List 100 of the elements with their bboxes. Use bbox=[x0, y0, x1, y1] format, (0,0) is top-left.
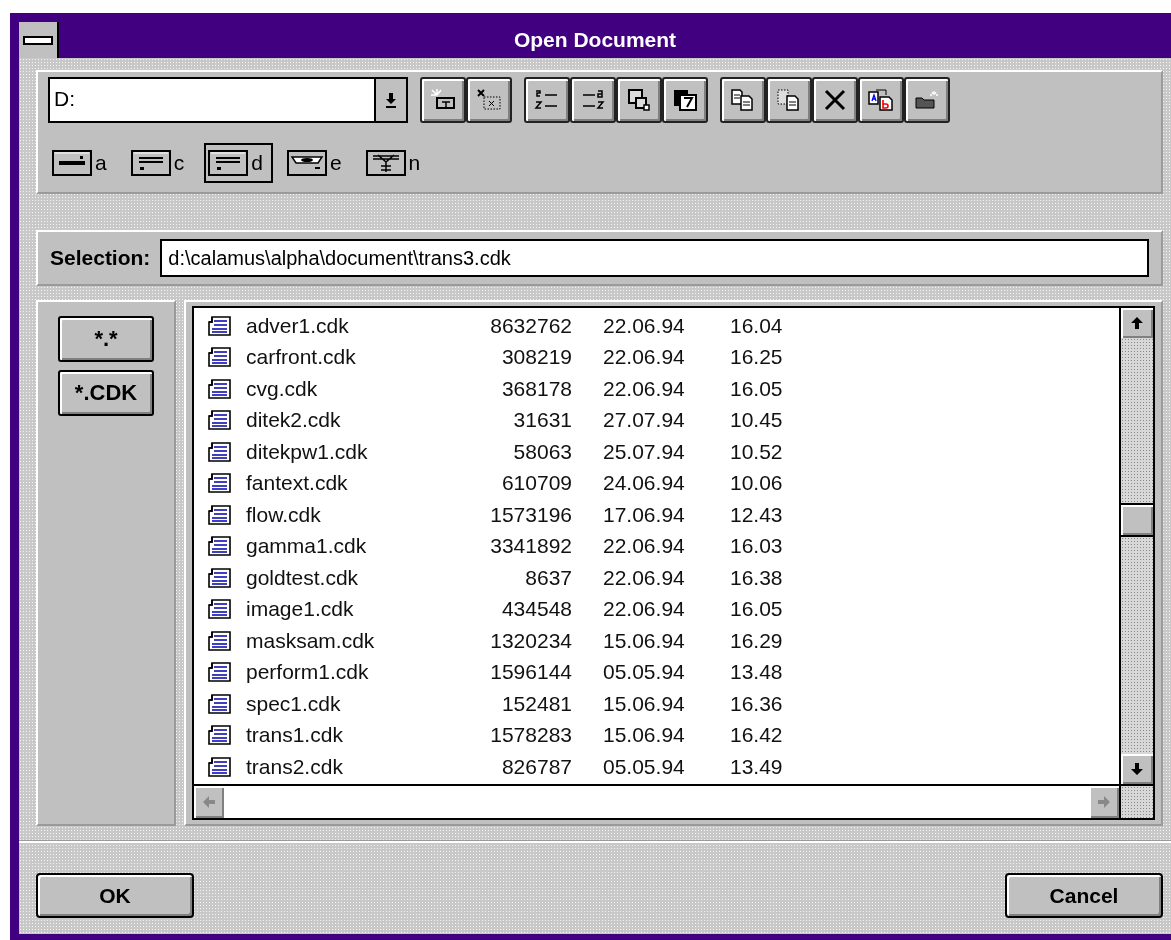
sort-ascending-button[interactable] bbox=[524, 77, 570, 123]
scroll-up-button[interactable] bbox=[1121, 308, 1153, 338]
file-name[interactable]: perform1.cdk bbox=[246, 660, 446, 685]
file-name[interactable]: carfront.cdk bbox=[246, 345, 446, 370]
calendar-button[interactable] bbox=[662, 77, 708, 123]
document-icon bbox=[208, 725, 232, 746]
file-date: 05.05.94 bbox=[602, 754, 686, 779]
file-time: 10.45 bbox=[730, 408, 784, 433]
overlapping-squares-icon bbox=[626, 88, 652, 112]
file-time: 16.36 bbox=[730, 691, 784, 716]
document-icon bbox=[208, 599, 232, 620]
up-arrow-icon bbox=[1130, 316, 1144, 330]
drive-button[interactable]: e bbox=[282, 143, 352, 183]
file-name[interactable]: trans2.cdk bbox=[246, 754, 446, 779]
file-name[interactable]: gamma1.cdk bbox=[246, 534, 446, 559]
file-time: 16.29 bbox=[730, 628, 784, 653]
remove-folder-button[interactable] bbox=[466, 77, 512, 123]
file-name[interactable]: ditek2.cdk bbox=[246, 408, 446, 433]
scroll-right-button[interactable] bbox=[1089, 786, 1119, 818]
file-name[interactable]: ditekpw1.cdk bbox=[246, 439, 446, 464]
open-folder-button[interactable] bbox=[904, 77, 950, 123]
document-icon bbox=[208, 473, 232, 494]
horizontal-scrollbar[interactable] bbox=[194, 784, 1153, 818]
new-folder-button[interactable] bbox=[420, 77, 466, 123]
file-name[interactable]: trans1.cdk bbox=[246, 723, 446, 748]
hard-drive-icon bbox=[130, 150, 171, 176]
file-name[interactable]: masksam.cdk bbox=[246, 628, 446, 653]
file-name[interactable]: fantext.cdk bbox=[246, 471, 446, 496]
file-date: 22.06.94 bbox=[602, 313, 686, 338]
file-name[interactable]: adver1.cdk bbox=[246, 313, 446, 338]
down-arrow-icon bbox=[1130, 762, 1144, 776]
scroll-thumb[interactable] bbox=[1121, 503, 1153, 537]
move-button[interactable] bbox=[766, 77, 812, 123]
file-name[interactable]: spec1.cdk bbox=[246, 691, 446, 716]
dropdown-arrow-icon bbox=[385, 92, 397, 108]
file-time: 10.52 bbox=[730, 439, 784, 464]
file-time: 16.04 bbox=[730, 313, 784, 338]
file-name[interactable]: cvg.cdk bbox=[246, 376, 446, 401]
file-time: 16.05 bbox=[730, 376, 784, 401]
file-size: 368178 bbox=[500, 376, 572, 401]
scroll-down-button[interactable] bbox=[1121, 754, 1153, 784]
file-date: 24.06.94 bbox=[602, 471, 686, 496]
file-time: 13.49 bbox=[730, 754, 784, 779]
file-date: 05.05.94 bbox=[602, 660, 686, 685]
document-icon bbox=[208, 504, 232, 525]
vertical-scrollbar[interactable] bbox=[1119, 308, 1153, 784]
file-date: 25.07.94 bbox=[602, 439, 686, 464]
drive-dropdown[interactable]: D: bbox=[48, 77, 408, 123]
calendar-icon bbox=[672, 88, 698, 112]
file-size: 1320234 bbox=[489, 628, 572, 653]
system-menu-button[interactable] bbox=[19, 22, 59, 58]
file-name[interactable]: goldtest.cdk bbox=[246, 565, 446, 590]
hard-drive-icon bbox=[208, 150, 249, 176]
copy-button[interactable] bbox=[720, 77, 766, 123]
cd-drive-icon bbox=[286, 150, 327, 176]
filter-button[interactable]: *.CDK bbox=[58, 370, 154, 416]
filter-button[interactable]: *.* bbox=[58, 316, 154, 362]
file-time: 13.48 bbox=[730, 660, 784, 685]
document-icon bbox=[208, 567, 232, 588]
file-time: 16.05 bbox=[730, 597, 784, 622]
network-drive-icon bbox=[365, 150, 406, 176]
document-icon bbox=[208, 756, 232, 777]
file-date: 22.06.94 bbox=[602, 597, 686, 622]
file-name[interactable]: image1.cdk bbox=[246, 597, 446, 622]
ok-button[interactable]: OK bbox=[36, 873, 194, 918]
cancel-button[interactable]: Cancel bbox=[1005, 873, 1163, 918]
file-date: 22.06.94 bbox=[602, 376, 686, 401]
document-icon bbox=[208, 410, 232, 431]
delete-icon bbox=[822, 88, 848, 112]
file-size: 1596144 bbox=[489, 660, 572, 685]
file-size: 1578283 bbox=[489, 723, 572, 748]
document-icon bbox=[208, 378, 232, 399]
rename-button[interactable] bbox=[858, 77, 904, 123]
file-size: 8637 bbox=[524, 565, 572, 590]
file-time: 12.43 bbox=[730, 502, 784, 527]
drive-button[interactable]: d bbox=[204, 143, 273, 183]
delete-button[interactable] bbox=[812, 77, 858, 123]
file-date: 27.07.94 bbox=[602, 408, 686, 433]
file-time: 16.25 bbox=[730, 345, 784, 370]
file-time: 16.42 bbox=[730, 723, 784, 748]
file-size: 610709 bbox=[500, 471, 572, 496]
drive-button[interactable]: c bbox=[126, 143, 195, 183]
copy-window-button[interactable] bbox=[616, 77, 662, 123]
file-size: 434548 bbox=[500, 597, 572, 622]
sort-descending-button[interactable] bbox=[570, 77, 616, 123]
document-icon bbox=[208, 536, 232, 557]
scroll-left-button[interactable] bbox=[194, 786, 224, 818]
file-name[interactable]: flow.cdk bbox=[246, 502, 446, 527]
file-size: 826787 bbox=[500, 754, 572, 779]
file-size: 8632762 bbox=[489, 313, 572, 338]
drive-button[interactable]: n bbox=[361, 143, 431, 183]
file-date: 22.06.94 bbox=[602, 534, 686, 559]
document-icon bbox=[208, 630, 232, 651]
selection-label: Selection: bbox=[50, 246, 151, 270]
drive-button[interactable]: a bbox=[48, 143, 117, 183]
document-icon bbox=[208, 662, 232, 683]
sort-descending-icon bbox=[580, 88, 606, 112]
selection-field[interactable]: d:\calamus\alpha\document\trans3.cdk bbox=[160, 239, 1149, 277]
cross-box-icon bbox=[476, 88, 502, 112]
file-date: 22.06.94 bbox=[602, 565, 686, 590]
